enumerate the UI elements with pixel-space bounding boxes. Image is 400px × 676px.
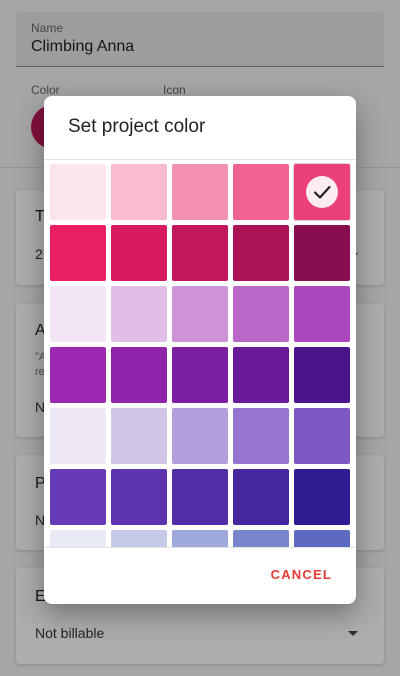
color-swatch[interactable] xyxy=(111,408,167,464)
color-swatch[interactable] xyxy=(111,347,167,403)
color-swatch[interactable] xyxy=(111,286,167,342)
color-swatch[interactable] xyxy=(50,164,106,220)
dialog-title: Set project color xyxy=(68,116,206,137)
color-swatch[interactable] xyxy=(50,347,106,403)
color-swatch[interactable] xyxy=(233,225,289,281)
color-swatch[interactable] xyxy=(233,530,289,547)
color-swatch[interactable] xyxy=(233,408,289,464)
dialog-actions: CANCEL xyxy=(271,566,332,584)
check-icon xyxy=(306,176,338,208)
color-swatch[interactable] xyxy=(294,286,350,342)
color-swatch[interactable] xyxy=(50,408,106,464)
cancel-button[interactable]: CANCEL xyxy=(271,567,332,582)
color-swatch[interactable] xyxy=(293,163,351,221)
color-swatch[interactable] xyxy=(294,408,350,464)
color-grid xyxy=(50,163,351,547)
color-swatch[interactable] xyxy=(233,469,289,525)
color-swatch[interactable] xyxy=(172,530,228,547)
color-swatch[interactable] xyxy=(172,469,228,525)
color-grid-scroll[interactable] xyxy=(44,159,356,547)
color-swatch[interactable] xyxy=(111,469,167,525)
color-swatch[interactable] xyxy=(50,469,106,525)
color-swatch[interactable] xyxy=(111,164,167,220)
color-swatch[interactable] xyxy=(50,530,106,547)
color-swatch[interactable] xyxy=(50,225,106,281)
color-swatch[interactable] xyxy=(172,225,228,281)
color-swatch[interactable] xyxy=(172,408,228,464)
dialog-divider-bottom xyxy=(44,547,356,548)
color-swatch[interactable] xyxy=(50,286,106,342)
color-swatch[interactable] xyxy=(233,164,289,220)
color-swatch[interactable] xyxy=(111,530,167,547)
color-swatch[interactable] xyxy=(294,469,350,525)
color-swatch[interactable] xyxy=(294,225,350,281)
color-swatch[interactable] xyxy=(172,347,228,403)
color-picker-dialog: Set project color CANCEL xyxy=(44,96,356,604)
color-swatch[interactable] xyxy=(233,286,289,342)
color-swatch[interactable] xyxy=(111,225,167,281)
color-swatch[interactable] xyxy=(294,530,350,547)
color-swatch[interactable] xyxy=(294,347,350,403)
color-swatch[interactable] xyxy=(172,286,228,342)
color-swatch[interactable] xyxy=(172,164,228,220)
color-swatch[interactable] xyxy=(233,347,289,403)
